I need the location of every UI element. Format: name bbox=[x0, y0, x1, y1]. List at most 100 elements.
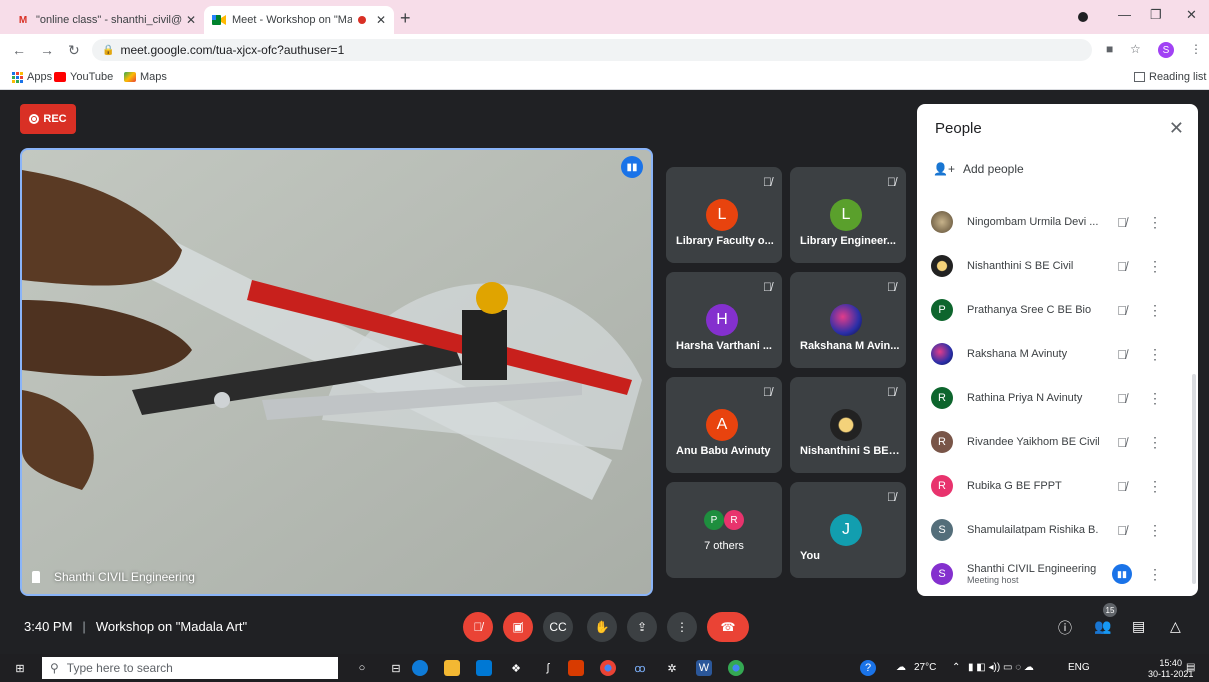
dropbox-icon[interactable]: ❖ bbox=[508, 660, 524, 676]
language-indicator[interactable]: ENG bbox=[1068, 662, 1090, 673]
more-options-icon[interactable]: ⋮ bbox=[1145, 390, 1165, 407]
participant-tile[interactable]: 🎙̸ L Library Faculty o... bbox=[666, 167, 782, 263]
participant-tile[interactable]: 🎙̸ A Anu Babu Avinuty bbox=[666, 377, 782, 473]
more-options-icon[interactable]: ⋮ bbox=[1145, 214, 1165, 231]
recording-button[interactable]: REC bbox=[20, 104, 76, 134]
reading-list-button[interactable]: Reading list bbox=[1134, 71, 1206, 83]
others-tile[interactable]: P R 7 others bbox=[666, 482, 782, 578]
edge-icon[interactable] bbox=[412, 660, 428, 676]
office-icon[interactable] bbox=[568, 660, 584, 676]
restore-button[interactable]: ❐ bbox=[1150, 7, 1162, 23]
media-indicator-icon[interactable] bbox=[1078, 12, 1088, 22]
close-tab-icon[interactable]: ✕ bbox=[376, 13, 386, 27]
more-options-icon[interactable]: ⋮ bbox=[1145, 302, 1165, 319]
participant-row[interactable]: R Rathina Priya N Avinuty 🎙̸ ⋮ bbox=[931, 381, 1183, 415]
address-bar[interactable]: 🔒 meet.google.com/tua-xjcx-ofc?authuser=… bbox=[92, 39, 1092, 61]
tab-gmail[interactable]: M "online class" - shanthi_civil@avi ✕ bbox=[8, 6, 204, 34]
mic-off-icon[interactable]: 🎙̸ bbox=[1107, 259, 1137, 274]
record-icon bbox=[29, 114, 40, 124]
store-icon[interactable] bbox=[476, 660, 492, 676]
self-tile[interactable]: 🎙̸ J You bbox=[790, 482, 906, 578]
bookmark-maps[interactable]: Maps bbox=[124, 71, 167, 83]
close-tab-icon[interactable]: ✕ bbox=[186, 13, 196, 27]
add-people-button[interactable]: 👤+ Add people bbox=[933, 162, 1024, 176]
file-explorer-icon[interactable] bbox=[444, 660, 460, 676]
participant-row[interactable]: Rakshana M Avinuty 🎙̸ ⋮ bbox=[931, 337, 1183, 371]
mic-off-icon[interactable]: 🎙̸ bbox=[1107, 479, 1137, 494]
bookmark-youtube[interactable]: YouTube bbox=[54, 71, 113, 83]
participant-row[interactable]: Nishanthini S BE Civil 🎙̸ ⋮ bbox=[931, 249, 1183, 283]
cortana-icon[interactable]: ○ bbox=[354, 660, 370, 676]
mic-off-icon[interactable]: 🎙̸ bbox=[1107, 435, 1137, 450]
people-icon[interactable]: 👥 bbox=[1094, 618, 1111, 635]
taskbar-search[interactable]: ⚲ Type here to search bbox=[42, 657, 338, 679]
minimize-button[interactable]: — bbox=[1118, 7, 1131, 22]
captions-button[interactable]: CC bbox=[543, 612, 573, 642]
participant-tile[interactable]: 🎙̸ Nishanthini S BE ... bbox=[790, 377, 906, 473]
bookmark-apps[interactable]: Apps bbox=[12, 71, 52, 83]
camera-toggle-button[interactable]: ▣̸ bbox=[503, 612, 533, 642]
chat-icon[interactable]: ▤ bbox=[1132, 618, 1145, 635]
notifications-icon[interactable]: ▤ bbox=[1186, 662, 1195, 673]
close-window-button[interactable]: ✕ bbox=[1186, 7, 1197, 23]
chrome2-icon[interactable] bbox=[728, 660, 744, 676]
participant-row-host[interactable]: S Shanthi CIVIL Engineering Meeting host… bbox=[931, 557, 1183, 591]
mic-off-icon[interactable]: 🎙̸ bbox=[1107, 523, 1137, 538]
mic-toggle-button[interactable]: 🎙̸ bbox=[463, 612, 493, 642]
tray-chevron-icon[interactable]: ⌃ bbox=[952, 662, 960, 673]
add-person-icon: 👤+ bbox=[933, 162, 955, 176]
settings-icon[interactable]: ✲ bbox=[664, 660, 680, 676]
more-options-icon[interactable]: ⋮ bbox=[1145, 478, 1165, 495]
more-options-icon[interactable]: ⋮ bbox=[1145, 258, 1165, 275]
camera-icon[interactable]: ■ bbox=[1106, 42, 1113, 56]
main-video-tile[interactable]: ▮▮ Shanthi CIVIL Engineering bbox=[20, 148, 653, 596]
more-options-icon[interactable]: ⋮ bbox=[1145, 346, 1165, 363]
scrollbar[interactable] bbox=[1192, 374, 1196, 584]
app-icon[interactable]: ʃ bbox=[540, 660, 556, 676]
pin-icon[interactable] bbox=[32, 571, 40, 583]
mic-off-icon[interactable]: 🎙̸ bbox=[1107, 303, 1137, 318]
tab-meet[interactable]: Meet - Workshop on "Madal ✕ bbox=[204, 6, 394, 34]
reload-button[interactable]: ↻ bbox=[68, 42, 80, 59]
back-button[interactable]: ← bbox=[12, 42, 26, 58]
participant-tile[interactable]: 🎙̸ H Harsha Varthani ... bbox=[666, 272, 782, 368]
participant-row[interactable]: R Rubika G BE FPPT 🎙̸ ⋮ bbox=[931, 469, 1183, 503]
tray-icons[interactable]: ▮ ◧ ◂)) ▭ ◌ ☁ bbox=[968, 662, 1034, 673]
more-options-icon[interactable]: ⋮ bbox=[1145, 522, 1165, 539]
help-icon[interactable]: ? bbox=[860, 660, 876, 676]
chrome-icon[interactable] bbox=[600, 660, 616, 676]
participant-tile[interactable]: 🎙̸ L Library Engineer... bbox=[790, 167, 906, 263]
activities-icon[interactable]: △ bbox=[1170, 618, 1181, 635]
mic-off-icon[interactable]: 🎙̸ bbox=[1107, 215, 1137, 230]
close-panel-button[interactable]: ✕ bbox=[1169, 118, 1184, 139]
more-options-icon[interactable]: ⋮ bbox=[1145, 434, 1165, 451]
present-button[interactable]: ⇪ bbox=[627, 612, 657, 642]
task-view-icon[interactable]: ⊟ bbox=[388, 660, 404, 676]
more-options-button[interactable]: ⋮ bbox=[667, 612, 697, 642]
meeting-details-icon[interactable]: ⓘ bbox=[1058, 618, 1072, 638]
mic-off-icon[interactable]: 🎙̸ bbox=[1107, 391, 1137, 406]
profile-avatar[interactable]: S bbox=[1158, 42, 1174, 58]
youtube-icon bbox=[54, 72, 66, 82]
menu-icon[interactable]: ⋮ bbox=[1190, 42, 1202, 56]
app2-icon[interactable]: ꝏ bbox=[632, 660, 648, 676]
tab-title: "online class" - shanthi_civil@avi bbox=[36, 14, 182, 26]
raise-hand-button[interactable]: ✋ bbox=[587, 612, 617, 642]
windows-start-icon[interactable]: ⊞ bbox=[12, 660, 28, 676]
new-tab-button[interactable]: + bbox=[400, 8, 411, 29]
participant-row[interactable]: P Prathanya Sree C BE Bio 🎙̸ ⋮ bbox=[931, 293, 1183, 327]
mic-off-icon[interactable]: 🎙̸ bbox=[1107, 347, 1137, 362]
weather-icon[interactable]: ☁ bbox=[896, 662, 906, 673]
word-icon[interactable]: W bbox=[696, 660, 712, 676]
participant-row[interactable]: Ningombam Urmila Devi ... 🎙̸ ⋮ bbox=[931, 205, 1183, 239]
leave-call-button[interactable]: ☎ bbox=[707, 612, 749, 642]
participant-tile[interactable]: 🎙̸ Rakshana M Avin... bbox=[790, 272, 906, 368]
divider: | bbox=[82, 619, 86, 634]
bookmark-star-icon[interactable]: ☆ bbox=[1130, 42, 1141, 56]
more-options-icon[interactable]: ⋮ bbox=[1145, 566, 1165, 583]
participant-row[interactable]: S Shamulailatpam Rishika B... 🎙̸ ⋮ bbox=[931, 513, 1183, 547]
forward-button[interactable]: → bbox=[40, 42, 54, 58]
participant-row[interactable]: R Rivandee Yaikhom BE Civil 🎙̸ ⋮ bbox=[931, 425, 1183, 459]
search-icon: ⚲ bbox=[50, 661, 59, 675]
avatar: R bbox=[724, 510, 744, 530]
